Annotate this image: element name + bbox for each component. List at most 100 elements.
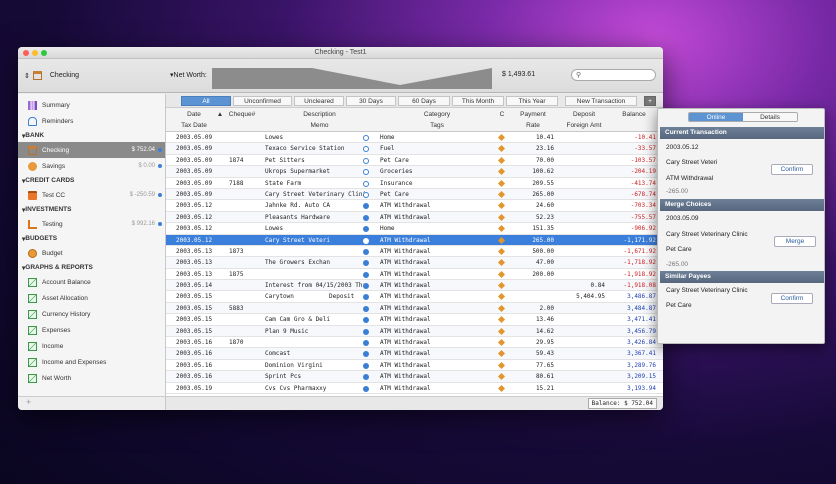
sidebar-item-budget[interactable]: Budget xyxy=(18,245,165,261)
tab-details[interactable]: Details xyxy=(743,113,797,121)
reconcile-status-icon[interactable] xyxy=(363,191,369,198)
reconcile-status-icon[interactable] xyxy=(363,226,369,233)
reconcile-status-icon[interactable] xyxy=(363,362,369,369)
table-row[interactable]: 2003.05.16 Comcast ATM Withdrawal 59.43 3,36… xyxy=(166,348,663,360)
col-tags[interactable]: Tags xyxy=(378,122,496,129)
table-row[interactable]: 2003.05.09 7188 State Farm Insurance 209.55 -… xyxy=(166,178,663,189)
table-row[interactable]: 2003.05.09 Texaco Service Station Fuel 23.1… xyxy=(166,143,663,155)
cleared-diamond-icon[interactable] xyxy=(497,293,506,301)
section-investments[interactable]: ▾ INVESTMENTS xyxy=(18,203,165,216)
section-graphs-reports[interactable]: ▾ GRAPHS & REPORTS xyxy=(18,261,165,274)
reconcile-status-icon[interactable] xyxy=(363,328,369,335)
reconcile-status-icon[interactable] xyxy=(363,214,369,221)
cleared-diamond-icon[interactable] xyxy=(497,270,506,278)
cleared-diamond-icon[interactable] xyxy=(497,247,506,255)
section-budgets[interactable]: ▾ BUDGETS xyxy=(18,232,165,245)
plus-icon[interactable]: + xyxy=(644,96,656,106)
col-c[interactable]: C xyxy=(497,111,507,118)
cleared-diamond-icon[interactable] xyxy=(497,190,506,198)
cleared-diamond-icon[interactable] xyxy=(497,236,506,244)
table-row[interactable]: 2003.05.15 Cam Cam Gro & Deli ATM Withdraw… xyxy=(166,314,663,326)
networth-selector[interactable]: ▾Net Worth: xyxy=(170,71,207,79)
reconcile-status-icon[interactable] xyxy=(363,283,369,290)
reconcile-status-icon[interactable] xyxy=(363,260,369,267)
col-memo[interactable]: Memo xyxy=(262,122,377,129)
new-transaction-button[interactable]: New Transaction xyxy=(565,96,637,106)
minimize-icon[interactable] xyxy=(32,50,38,56)
col-rate[interactable]: Rate xyxy=(508,122,558,129)
reconcile-status-icon[interactable] xyxy=(363,180,369,187)
table-row[interactable]: 2003.05.16 1870 ATM Withdrawal 29.95 3,426.8… xyxy=(166,337,663,349)
table-row[interactable]: 2003.05.12 Jahnke Rd. Auto CA ATM Withdraw… xyxy=(166,200,663,212)
reconcile-status-icon[interactable] xyxy=(363,317,369,324)
cleared-diamond-icon[interactable] xyxy=(497,145,506,153)
cleared-diamond-icon[interactable] xyxy=(497,304,506,312)
cleared-diamond-icon[interactable] xyxy=(497,202,506,210)
close-icon[interactable] xyxy=(23,50,29,56)
col-date[interactable]: Date xyxy=(166,111,222,118)
col-taxdate[interactable]: Tax Date xyxy=(166,122,222,129)
cleared-diamond-icon[interactable] xyxy=(497,133,506,142)
col-deposit[interactable]: Deposit xyxy=(559,111,609,118)
cleared-diamond-icon[interactable] xyxy=(497,225,506,233)
table-row[interactable]: 2003.05.13 The Growers Exchan ATM Withdraw… xyxy=(166,257,663,269)
table-row[interactable]: 2003.05.09 Ukrops Supermarket Groceries 100… xyxy=(166,166,663,178)
cleared-diamond-icon[interactable] xyxy=(497,350,506,358)
sidebar-item-income[interactable]: Income xyxy=(18,338,165,354)
table-row[interactable]: 2003.05.13 1875 ATM Withdrawal 200.00 -1,918… xyxy=(166,269,663,281)
filter-60-days[interactable]: 60 Days xyxy=(398,96,450,106)
sidebar-item-testing[interactable]: Testing $ 992.16 xyxy=(18,216,165,232)
table-row[interactable]: 2003.05.16 Dominion Virgini ATM Withdrawal… xyxy=(166,360,663,372)
merge-button[interactable]: Merge xyxy=(774,236,816,247)
filter-all[interactable]: All xyxy=(181,96,231,106)
confirm-similar-button[interactable]: Confirm xyxy=(771,293,813,304)
table-row[interactable]: 2003.05.14 Interest from 04/15/2003 Thr AT… xyxy=(166,280,663,292)
sidebar-item-summary[interactable]: Summary xyxy=(18,97,165,113)
title-bar[interactable]: Checking - Test1 xyxy=(18,47,663,59)
sidebar-item-income-and-expenses[interactable]: Income and Expenses xyxy=(18,354,165,370)
reconcile-status-icon[interactable] xyxy=(363,305,369,312)
filter-this-year[interactable]: This Year xyxy=(506,96,558,106)
sidebar-item-expenses[interactable]: Expenses xyxy=(18,322,165,338)
cleared-diamond-icon[interactable] xyxy=(497,179,506,187)
reconcile-status-icon[interactable] xyxy=(363,340,369,347)
table-row[interactable]: 2003.05.16 Sprint Pcs ATM Withdrawal 80.61 3… xyxy=(166,371,663,383)
zoom-icon[interactable] xyxy=(41,50,47,56)
reconcile-status-icon[interactable] xyxy=(363,271,369,278)
cleared-diamond-icon[interactable] xyxy=(497,327,506,335)
cleared-diamond-icon[interactable] xyxy=(497,156,506,164)
reconcile-status-icon[interactable] xyxy=(363,248,369,255)
reconcile-status-icon[interactable] xyxy=(363,157,369,164)
tab-online[interactable]: Online xyxy=(689,113,743,121)
reconcile-status-icon[interactable] xyxy=(363,237,369,244)
sidebar-item-test-cc[interactable]: Test CC $ -250.59 xyxy=(18,187,165,203)
section-credit-cards[interactable]: ▾ CREDIT CARDS xyxy=(18,174,165,187)
filter-this-month[interactable]: This Month xyxy=(452,96,504,106)
sidebar-item-savings[interactable]: Savings $ 0.00 xyxy=(18,158,165,174)
col-category[interactable]: Category xyxy=(378,111,496,118)
col-balance[interactable]: Balance xyxy=(610,111,658,118)
cleared-diamond-icon[interactable] xyxy=(497,168,506,176)
add-account-button[interactable]: + xyxy=(26,397,31,407)
table-row[interactable]: 2003.05.15 Plan 9 Music ATM Withdrawal 14.6… xyxy=(166,325,663,338)
reconcile-status-icon[interactable] xyxy=(363,146,369,153)
reconcile-status-icon[interactable] xyxy=(363,385,369,392)
cleared-diamond-icon[interactable] xyxy=(497,373,506,381)
search-input[interactable]: ⚲ xyxy=(571,69,656,81)
table-row[interactable]: 2003.05.12 Cary Street Veteri ATM Withdraw… xyxy=(166,234,663,246)
table-row[interactable]: 2003.05.12 Lowes Home 151.35 -906.92 xyxy=(166,223,663,235)
sidebar-item-reminders[interactable]: Reminders xyxy=(18,113,165,129)
table-row[interactable]: 2003.05.09 Lowes Home 10.41 -10.41 xyxy=(166,132,663,144)
filter-30-days[interactable]: 30 Days xyxy=(346,96,396,106)
filter-unconfirmed[interactable]: Unconfirmed xyxy=(233,96,292,106)
table-row[interactable]: 2003.05.13 1873 ATM Withdrawal 500.00 -1,671… xyxy=(166,246,663,258)
cleared-diamond-icon[interactable] xyxy=(497,213,506,221)
cleared-diamond-icon[interactable] xyxy=(497,361,506,369)
cleared-diamond-icon[interactable] xyxy=(497,259,506,267)
sidebar-item-asset-allocation[interactable]: Asset Allocation xyxy=(18,290,165,306)
reconcile-status-icon[interactable] xyxy=(363,374,369,381)
col-cheque[interactable]: Cheque# xyxy=(223,111,261,118)
confirm-button[interactable]: Confirm xyxy=(771,164,813,175)
cleared-diamond-icon[interactable] xyxy=(497,282,506,290)
cleared-diamond-icon[interactable] xyxy=(497,384,506,392)
